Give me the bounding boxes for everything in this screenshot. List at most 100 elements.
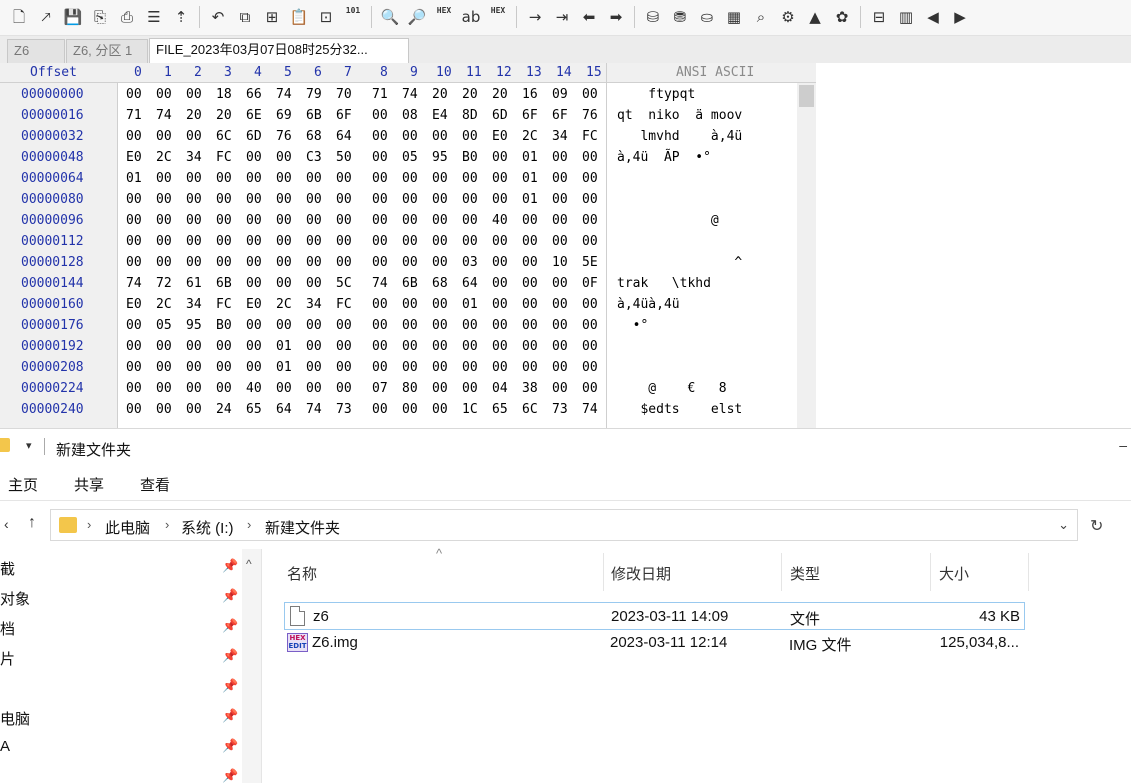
hex-byte[interactable]: 40: [246, 378, 262, 399]
hex-byte[interactable]: 68: [306, 126, 322, 147]
hex-byte[interactable]: 74: [582, 399, 598, 420]
hex-byte[interactable]: 00: [276, 210, 292, 231]
hex-byte[interactable]: 00: [276, 147, 292, 168]
hex-byte[interactable]: 00: [552, 189, 568, 210]
hex-byte[interactable]: 20: [462, 84, 478, 105]
hex-byte[interactable]: 66: [246, 84, 262, 105]
hex-byte[interactable]: 00: [216, 378, 232, 399]
hex-byte[interactable]: 00: [462, 378, 478, 399]
hex-byte[interactable]: 00: [336, 189, 352, 210]
hex-byte[interactable]: 00: [522, 252, 538, 273]
hex-byte[interactable]: 00: [492, 315, 508, 336]
hex-byte[interactable]: 50: [336, 147, 352, 168]
column-divider[interactable]: [603, 553, 604, 591]
hex-byte[interactable]: 40: [492, 210, 508, 231]
hex-byte[interactable]: 00: [126, 357, 142, 378]
hex-byte[interactable]: 00: [492, 231, 508, 252]
hex-byte[interactable]: 00: [276, 231, 292, 252]
hex-byte[interactable]: 00: [186, 84, 202, 105]
tab-file-2023[interactable]: FILE_2023年03月07日08时25分32...: [149, 38, 409, 63]
hex-byte[interactable]: 00: [462, 126, 478, 147]
hex-byte[interactable]: 34: [186, 147, 202, 168]
hex-byte[interactable]: 00: [582, 147, 598, 168]
hex-byte[interactable]: 04: [492, 378, 508, 399]
hex-byte[interactable]: 00: [216, 231, 232, 252]
hex-byte[interactable]: 00: [492, 336, 508, 357]
hex-byte[interactable]: 00: [372, 315, 388, 336]
hex-byte[interactable]: 00: [402, 357, 418, 378]
hex-byte[interactable]: 00: [246, 189, 262, 210]
hex-byte[interactable]: 00: [462, 189, 478, 210]
breadcrumb-folder[interactable]: 新建文件夹: [265, 517, 340, 538]
hex-byte[interactable]: 00: [402, 126, 418, 147]
hex-byte[interactable]: FC: [216, 294, 232, 315]
paste-icon[interactable]: 📋: [288, 6, 310, 28]
hex-byte[interactable]: 6B: [402, 273, 418, 294]
hex-byte[interactable]: E4: [432, 105, 448, 126]
hex-byte[interactable]: 00: [126, 84, 142, 105]
hex-byte[interactable]: 00: [462, 315, 478, 336]
hex-byte[interactable]: 00: [402, 168, 418, 189]
hex-byte[interactable]: 00: [336, 168, 352, 189]
hex-byte[interactable]: 0F: [582, 273, 598, 294]
hex-byte[interactable]: 00: [246, 252, 262, 273]
tab-view[interactable]: 查看: [140, 474, 170, 495]
hex-byte[interactable]: 68: [432, 273, 448, 294]
hex-byte[interactable]: 00: [156, 357, 172, 378]
hex-byte[interactable]: 00: [186, 336, 202, 357]
hex-byte[interactable]: 00: [432, 399, 448, 420]
hex-byte[interactable]: 00: [156, 336, 172, 357]
hex-scroll-thumb[interactable]: [799, 85, 814, 107]
hex-byte[interactable]: 00: [186, 189, 202, 210]
hex-byte[interactable]: 00: [522, 315, 538, 336]
hex-byte[interactable]: 00: [582, 357, 598, 378]
hex-byte[interactable]: 00: [306, 315, 322, 336]
hex-byte[interactable]: 00: [522, 294, 538, 315]
replace-icon[interactable]: ab: [460, 6, 482, 28]
find-next-icon[interactable]: 🔎: [406, 6, 428, 28]
hex-byte[interactable]: 6D: [246, 126, 262, 147]
find-icon[interactable]: 🔍: [379, 6, 401, 28]
hex-byte[interactable]: 2C: [276, 294, 292, 315]
hex-byte[interactable]: 00: [306, 189, 322, 210]
hex-byte[interactable]: 00: [246, 147, 262, 168]
hex-view[interactable]: Offset 0 1 2 3 4 5 6 7 8 9 10 11 12 13 14 15 ANSI ASCII 0…: [0, 63, 816, 428]
hex-byte[interactable]: 00: [216, 189, 232, 210]
column-divider[interactable]: [930, 553, 931, 591]
hex-byte[interactable]: 00: [156, 210, 172, 231]
ram-icon[interactable]: ▦: [723, 6, 745, 28]
hex-byte[interactable]: 00: [306, 378, 322, 399]
hex-byte[interactable]: 2C: [156, 294, 172, 315]
hex-byte[interactable]: 64: [276, 399, 292, 420]
hex-byte[interactable]: 00: [372, 252, 388, 273]
hex-byte[interactable]: 38: [522, 378, 538, 399]
hex-byte[interactable]: 5C: [336, 273, 352, 294]
hex-byte[interactable]: 00: [246, 336, 262, 357]
hex-byte[interactable]: 00: [432, 231, 448, 252]
hex-byte[interactable]: 00: [552, 315, 568, 336]
open-file-icon[interactable]: 🡕: [35, 6, 57, 28]
hex-byte[interactable]: 05: [402, 147, 418, 168]
hex-byte[interactable]: 01: [522, 168, 538, 189]
hex-byte[interactable]: 61: [186, 273, 202, 294]
hex-byte[interactable]: 01: [522, 189, 538, 210]
hex-byte[interactable]: 00: [552, 336, 568, 357]
hex-byte[interactable]: 6C: [216, 126, 232, 147]
hex-byte[interactable]: E0: [126, 294, 142, 315]
nav-item[interactable]: 📌: [0, 761, 240, 783]
hex-byte[interactable]: 01: [276, 336, 292, 357]
hex-byte[interactable]: 00: [372, 168, 388, 189]
hex-byte[interactable]: 07: [372, 378, 388, 399]
hex-byte[interactable]: 34: [186, 294, 202, 315]
hex-byte[interactable]: 00: [402, 252, 418, 273]
hex-byte[interactable]: 00: [336, 357, 352, 378]
hex-byte[interactable]: 00: [402, 189, 418, 210]
hex-byte[interactable]: 76: [582, 105, 598, 126]
hex-byte[interactable]: 00: [306, 231, 322, 252]
hex-byte[interactable]: 00: [582, 210, 598, 231]
hex-byte[interactable]: 00: [216, 357, 232, 378]
hex-byte[interactable]: C3: [306, 147, 322, 168]
hex-byte[interactable]: 74: [126, 273, 142, 294]
hex-byte[interactable]: 64: [336, 126, 352, 147]
hex-byte[interactable]: 00: [156, 84, 172, 105]
